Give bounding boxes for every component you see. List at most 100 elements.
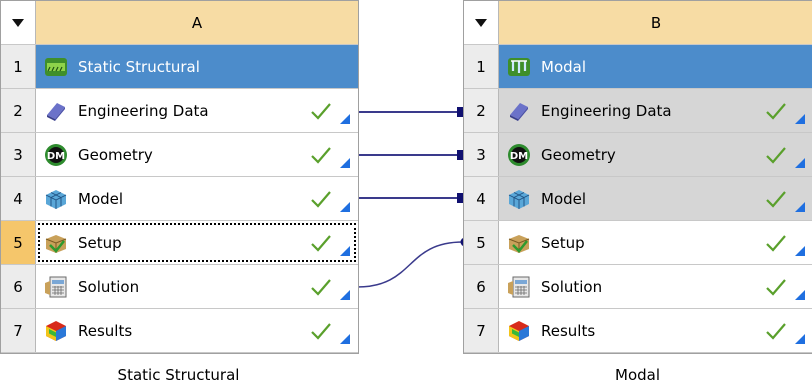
static-structural-icon xyxy=(45,57,67,76)
engineering-data-icon xyxy=(510,102,528,121)
system-table: A 1 Static Structural 2 Engineering Data xyxy=(0,0,359,354)
column-letter: A xyxy=(36,1,358,44)
cell-row[interactable]: 3 DM Geometry xyxy=(464,133,812,177)
modal-icon xyxy=(508,57,530,76)
check-icon xyxy=(311,322,331,340)
cell-row[interactable]: 4 Model xyxy=(464,177,812,221)
status-triangle-icon xyxy=(795,245,805,256)
status-triangle-icon xyxy=(795,201,805,212)
check-icon xyxy=(311,146,331,164)
solution-icon xyxy=(508,276,530,297)
check-icon xyxy=(766,278,786,296)
cell-label: Model xyxy=(541,189,587,208)
cell-row[interactable]: 4 Model xyxy=(1,177,358,221)
check-icon xyxy=(311,190,331,208)
check-icon xyxy=(766,102,786,120)
cell-label: Modal xyxy=(541,57,586,76)
geometry-dm-icon: DM xyxy=(508,143,530,166)
status-triangle-icon xyxy=(340,113,350,124)
cell-row[interactable]: 1 Static Structural xyxy=(1,45,358,89)
row-number: 5 xyxy=(464,221,499,264)
check-icon xyxy=(766,234,786,252)
cell-label: Solution xyxy=(541,277,603,296)
row-number: 7 xyxy=(464,309,499,352)
cell-title[interactable]: Modal xyxy=(499,45,812,88)
row-number: 2 xyxy=(464,89,499,132)
cell-results[interactable]: Results xyxy=(499,309,812,352)
cell-label: Model xyxy=(78,189,124,208)
cell-row[interactable]: 1 Modal xyxy=(464,45,812,89)
results-icon xyxy=(509,320,529,341)
system-table: B 1 Modal 2 Engineering Data 3 DM Geomet… xyxy=(463,0,812,354)
row-number: 2 xyxy=(1,89,36,132)
cell-solution[interactable]: Solution xyxy=(499,265,812,308)
cell-label: Results xyxy=(541,321,596,340)
cell-label: Setup xyxy=(78,233,122,252)
system-menu-button[interactable] xyxy=(1,1,36,44)
row-number: 1 xyxy=(464,45,499,88)
check-icon xyxy=(766,146,786,164)
cell-row[interactable]: 3 DM Geometry xyxy=(1,133,358,177)
cell-engineering-data[interactable]: Engineering Data xyxy=(36,89,358,132)
cell-geometry[interactable]: DM Geometry xyxy=(499,133,812,176)
system-modal[interactable]: B 1 Modal 2 Engineering Data 3 DM Geomet… xyxy=(463,0,812,354)
status-triangle-icon xyxy=(340,245,350,256)
status-triangle-icon xyxy=(340,289,350,300)
system-static-structural[interactable]: A 1 Static Structural 2 Engineering Data xyxy=(0,0,359,354)
cell-solution[interactable]: Solution xyxy=(36,265,358,308)
cell-row[interactable]: 6 Solution xyxy=(1,265,358,309)
row-number: 6 xyxy=(464,265,499,308)
cell-label: Setup xyxy=(541,233,585,252)
cell-label: Engineering Data xyxy=(541,101,672,120)
cell-row[interactable]: 7 Results xyxy=(464,309,812,353)
model-mesh-icon xyxy=(508,189,530,209)
cell-row[interactable]: 2 Engineering Data xyxy=(464,89,812,133)
row-number: 1 xyxy=(1,45,36,88)
cell-row[interactable]: 5 Setup xyxy=(1,221,358,265)
cell-engineering-data[interactable]: Engineering Data xyxy=(499,89,812,132)
row-number: 5 xyxy=(1,221,36,264)
row-number: 7 xyxy=(1,309,36,352)
model-mesh-icon xyxy=(45,189,67,209)
cell-row[interactable]: 6 Solution xyxy=(464,265,812,309)
cell-label: Geometry xyxy=(78,145,153,164)
link-solution-to-setup[interactable] xyxy=(356,241,464,288)
check-icon xyxy=(766,190,786,208)
status-triangle-icon xyxy=(340,157,350,168)
check-icon xyxy=(311,234,331,252)
cell-row[interactable]: 2 Engineering Data xyxy=(1,89,358,133)
cell-model[interactable]: Model xyxy=(499,177,812,220)
chevron-down-icon xyxy=(475,18,487,27)
system-caption[interactable]: Static Structural xyxy=(0,366,357,384)
status-triangle-icon xyxy=(340,333,350,344)
cell-geometry[interactable]: DM Geometry xyxy=(36,133,358,176)
cell-row[interactable]: 5 Setup xyxy=(464,221,812,265)
cell-title[interactable]: Static Structural xyxy=(36,45,358,88)
status-triangle-icon xyxy=(340,201,350,212)
row-number: 4 xyxy=(464,177,499,220)
cell-model[interactable]: Model xyxy=(36,177,358,220)
chevron-down-icon xyxy=(12,18,24,27)
check-icon xyxy=(766,322,786,340)
cell-label: Geometry xyxy=(541,145,616,164)
status-triangle-icon xyxy=(795,113,805,124)
row-number: 3 xyxy=(1,133,36,176)
solution-icon xyxy=(45,276,67,297)
setup-icon xyxy=(508,234,530,253)
cell-setup[interactable]: Setup xyxy=(36,221,358,264)
status-triangle-icon xyxy=(795,157,805,168)
setup-icon xyxy=(45,234,67,253)
system-menu-button[interactable] xyxy=(464,1,499,44)
geometry-dm-icon: DM xyxy=(45,143,67,166)
system-caption[interactable]: Modal xyxy=(463,366,812,384)
row-number: 4 xyxy=(1,177,36,220)
cell-setup[interactable]: Setup xyxy=(499,221,812,264)
cell-row[interactable]: 7 Results xyxy=(1,309,358,353)
svg-text:DM: DM xyxy=(47,151,65,162)
engineering-data-icon xyxy=(47,102,65,121)
check-icon xyxy=(311,278,331,296)
cell-label: Results xyxy=(78,321,133,340)
cell-results[interactable]: Results xyxy=(36,309,358,352)
row-number: 3 xyxy=(464,133,499,176)
check-icon xyxy=(311,102,331,120)
